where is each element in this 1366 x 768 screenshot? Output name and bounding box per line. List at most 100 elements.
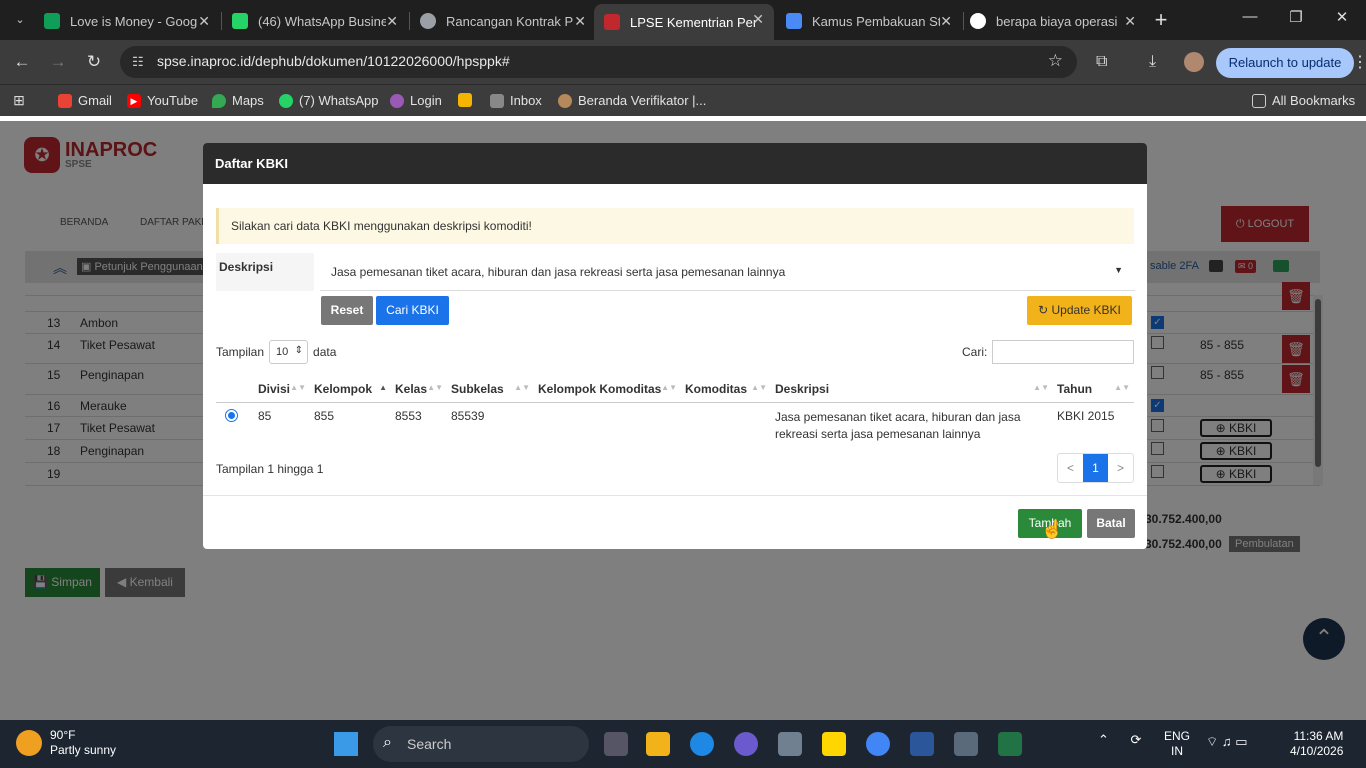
pager-prev[interactable]: < <box>1058 454 1083 482</box>
menu-icon[interactable]: ⋮ <box>1352 52 1366 72</box>
excel-icon[interactable] <box>998 732 1022 756</box>
download-icon[interactable]: ⤓ <box>1149 53 1156 71</box>
tab-title: Rancangan Kontrak P <box>446 13 574 29</box>
new-tab-button[interactable]: + <box>1150 7 1172 33</box>
task-view-icon[interactable] <box>604 732 628 756</box>
calculator-icon[interactable] <box>954 732 978 756</box>
kbki-modal: Daftar KBKI Silakan cari data KBKI mengg… <box>203 143 1147 549</box>
bookmark-login[interactable]: Login <box>390 93 442 108</box>
updown-icon: ⇕ <box>294 345 304 356</box>
forward-icon[interactable]: → <box>48 52 68 72</box>
site-info-icon[interactable]: ☷ <box>132 54 144 70</box>
table-info: Tampilan 1 hingga 1 <box>216 462 324 476</box>
taskbar-search[interactable]: ⌕ Search <box>373 726 589 762</box>
deskripsi-select[interactable]: Jasa pemesanan tiket acara, hiburan dan … <box>320 253 1135 291</box>
weather-widget[interactable]: 90°F Partly sunny <box>16 728 116 758</box>
row-select[interactable] <box>216 402 254 449</box>
profile-avatar[interactable] <box>1184 52 1204 72</box>
all-bookmarks[interactable]: All Bookmarks <box>1252 93 1355 108</box>
column-kelompok-komoditas[interactable]: Kelompok Komoditas ▲▼ <box>534 376 681 403</box>
edge-icon[interactable] <box>690 732 714 756</box>
deskripsi-label: Deskripsi <box>216 253 314 291</box>
bookmarks-bar: ⊞ Gmail ▶ YouTube Maps (7) WhatsApp Login… <box>0 84 1366 116</box>
tab-lpse-active[interactable]: LPSE Kementrian Perh ✕ <box>594 4 774 40</box>
column-kelas[interactable]: Kelas ▲▼ <box>391 376 447 403</box>
app-icon[interactable] <box>734 732 758 756</box>
sync-icon[interactable]: ⟳ <box>1131 732 1142 747</box>
close-icon[interactable]: ✕ <box>1124 13 1136 30</box>
cell-deskripsi: Jasa pemesanan tiket acara, hiburan dan … <box>775 409 1021 441</box>
kbki-table: Divisi ▲▼ Kelompok ▲ Kelas ▲▼ Subkelas ▲▼ Ke… <box>216 376 1134 449</box>
minimize-icon[interactable]: — <box>1238 8 1262 25</box>
column-deskripsi[interactable]: Deskripsi ▲▼ <box>771 376 1053 403</box>
network-volume-battery-icons[interactable]: ⌔ ♫ ▭ <box>1206 734 1247 750</box>
windows-start-icon[interactable] <box>334 732 358 756</box>
bookmark-label: Gmail <box>78 93 112 108</box>
bookmark-star-icon[interactable]: ☆ <box>1048 51 1063 71</box>
address-bar[interactable]: ☷ spse.inaproc.id/dephub/dokumen/1012202… <box>120 46 1077 78</box>
bookmark-beranda[interactable]: Beranda Verifikator |... <box>558 93 706 108</box>
tab-google-search[interactable]: berapa biaya operasi ✕ <box>970 6 1146 36</box>
page-length-select[interactable]: 10 ⇕ <box>269 340 309 364</box>
chrome-icon[interactable] <box>866 732 890 756</box>
sort-asc-icon: ▲ <box>379 383 387 392</box>
tab-rancangan[interactable]: Rancangan Kontrak P ✕ <box>420 6 596 36</box>
close-icon[interactable]: ✕ <box>386 13 398 30</box>
deskripsi-value: Jasa pemesanan tiket acara, hiburan dan … <box>331 265 786 279</box>
apps-grid-icon[interactable]: ⊞ <box>12 93 32 107</box>
bookmark-inbox[interactable]: Inbox <box>490 93 542 108</box>
batal-button[interactable]: Batal <box>1087 509 1135 538</box>
clock[interactable]: 11:36 AM 4/10/2026 <box>1290 729 1343 759</box>
bookmark-whatsapp[interactable]: (7) WhatsApp <box>279 93 378 108</box>
bookmark-youtube[interactable]: ▶ YouTube <box>127 93 198 108</box>
close-icon[interactable]: ✕ <box>752 11 764 28</box>
reset-button[interactable]: Reset <box>321 296 373 325</box>
close-icon[interactable]: ✕ <box>198 13 210 30</box>
pager-page-1[interactable]: 1 <box>1083 454 1108 482</box>
tab-love-is-money[interactable]: Love is Money - Goog ✕ <box>44 6 220 36</box>
cell-divisi: 85 <box>258 408 272 423</box>
caret-down-icon: ▼ <box>1114 265 1123 275</box>
update-kbki-label: Update KBKI <box>1051 303 1121 317</box>
window-close-icon[interactable]: ✕ <box>1330 8 1354 26</box>
bookmark-label: Inbox <box>510 93 542 108</box>
bookmark-pinwheel[interactable] <box>458 93 478 107</box>
table-row[interactable]: 85 855 8553 85539 Jasa pemesanan tiket a… <box>216 402 1134 449</box>
length-prefix: Tampilan <box>216 345 265 359</box>
bookmark-label: All Bookmarks <box>1272 93 1356 108</box>
verifikator-icon <box>558 93 572 108</box>
language-indicator[interactable]: ENG IN <box>1164 729 1190 759</box>
close-icon[interactable]: ✕ <box>940 13 952 30</box>
tab-kamus[interactable]: Kamus Pembakuan St ✕ <box>786 6 962 36</box>
extensions-icon[interactable]: ⧉ <box>1096 53 1107 71</box>
close-icon[interactable]: ✕ <box>574 13 586 30</box>
column-komoditas[interactable]: Komoditas ▲▼ <box>681 376 771 403</box>
column-subkelas[interactable]: Subkelas ▲▼ <box>447 376 534 403</box>
bookmark-maps[interactable]: Maps <box>212 93 264 108</box>
cari-kbki-button[interactable]: Cari KBKI <box>376 296 449 325</box>
reload-icon[interactable]: ↻ <box>84 52 104 72</box>
sticky-notes-icon[interactable] <box>822 732 846 756</box>
pagination: < 1 > <box>1057 453 1134 483</box>
column-tahun[interactable]: Tahun ▲▼ <box>1053 376 1134 403</box>
file-explorer-icon[interactable] <box>646 732 670 756</box>
maximize-icon[interactable]: ❐ <box>1284 8 1308 26</box>
bookmark-gmail[interactable]: Gmail <box>58 93 112 108</box>
relaunch-button[interactable]: Relaunch to update <box>1216 48 1354 78</box>
camera-icon[interactable] <box>778 732 802 756</box>
sort-icon: ▲▼ <box>514 383 530 392</box>
tab-whatsapp[interactable]: (46) WhatsApp Busine ✕ <box>232 6 408 36</box>
search-input[interactable] <box>992 340 1135 364</box>
chevron-up-icon[interactable]: ⌃ <box>1098 732 1109 747</box>
column-divisi[interactable]: Divisi ▲▼ <box>254 376 310 403</box>
url-text[interactable]: spse.inaproc.id/dephub/dokumen/101220260… <box>157 53 510 69</box>
word-icon[interactable] <box>910 732 934 756</box>
sort-icon: ▲▼ <box>427 383 443 392</box>
column-kelompok[interactable]: Kelompok ▲ <box>310 376 391 403</box>
update-kbki-button[interactable]: ↻ Update KBKI <box>1027 296 1132 325</box>
length-value: 10 <box>276 346 289 358</box>
pager-next[interactable]: > <box>1108 454 1133 482</box>
row-radio[interactable] <box>225 408 238 422</box>
tab-search-chevron-icon[interactable]: ⌄ <box>10 10 30 30</box>
back-icon[interactable]: ← <box>12 52 32 72</box>
